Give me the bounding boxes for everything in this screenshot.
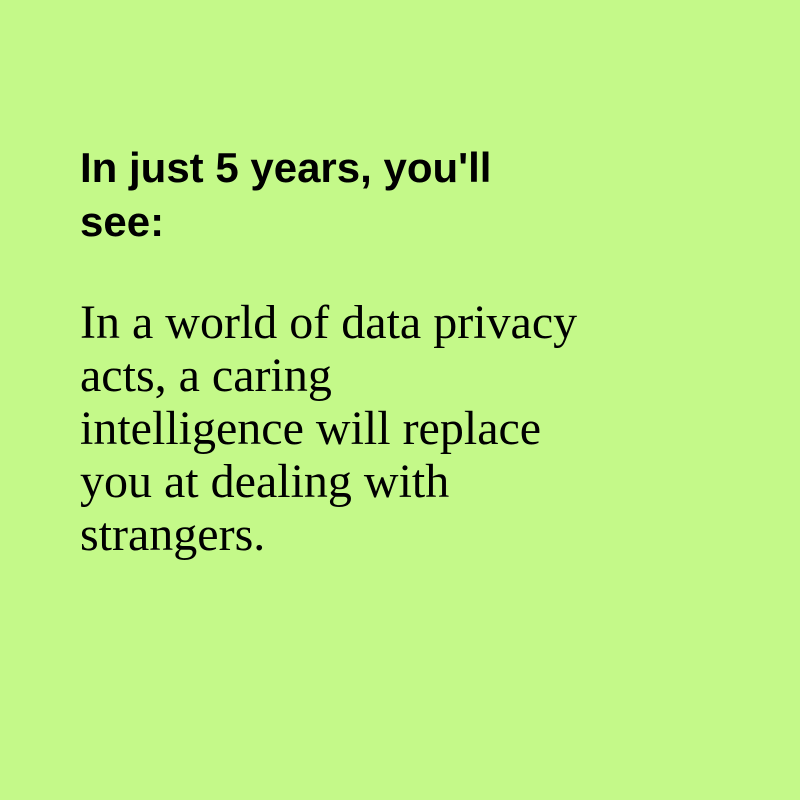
heading-line: In just 5 years, you'll xyxy=(80,144,492,191)
body-line: acts, a caring xyxy=(80,349,332,402)
body-line: intelligence will replace xyxy=(80,402,542,455)
card-body-text: In a world of data privacy acts, a carin… xyxy=(80,296,700,561)
body-line: you at dealing with xyxy=(80,455,450,508)
card-heading: In just 5 years, you'll see: xyxy=(80,141,700,249)
heading-line: see: xyxy=(80,198,165,245)
body-line: In a world of data privacy xyxy=(80,296,578,349)
prediction-card: In just 5 years, you'll see: In a world … xyxy=(0,0,800,800)
body-line: strangers. xyxy=(80,508,266,561)
